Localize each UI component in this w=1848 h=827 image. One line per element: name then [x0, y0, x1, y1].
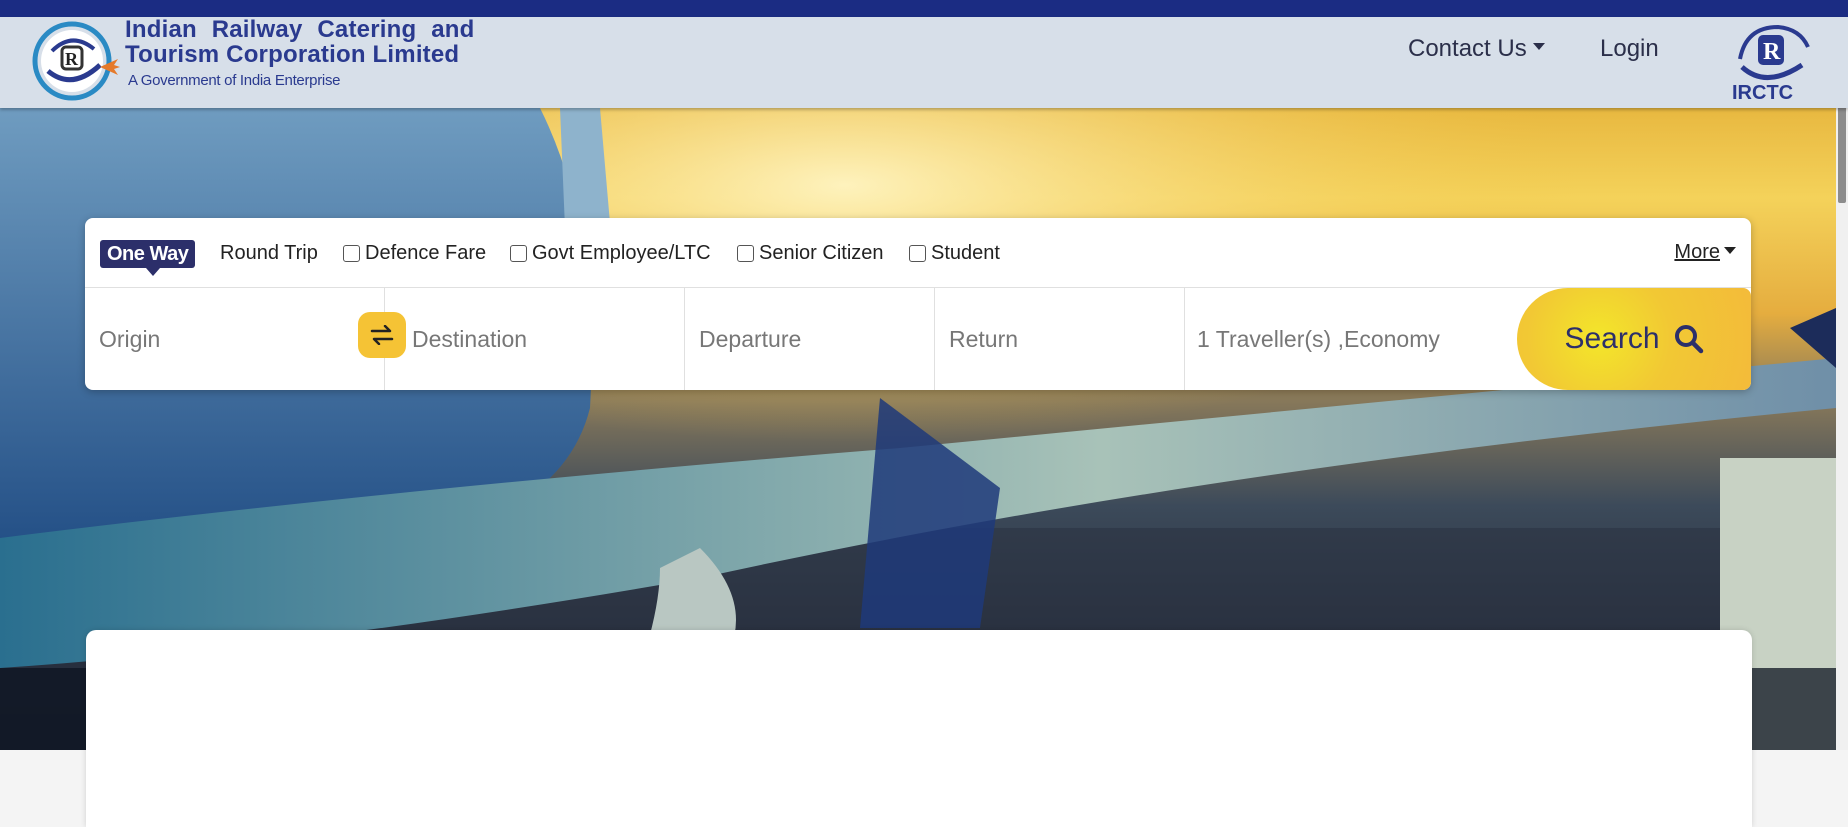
more-label: More [1674, 241, 1720, 263]
site-header: R Indian Railway Catering and Tourism Co… [0, 17, 1848, 108]
senior-citizen-label: Senior Citizen [759, 242, 884, 264]
senior-citizen-checkbox[interactable]: Senior Citizen [737, 242, 884, 265]
nav-contact-label: Contact Us [1408, 35, 1527, 62]
nav-contact-us[interactable]: Contact Us [1408, 35, 1545, 63]
brand-title-line2: Tourism Corporation Limited [125, 41, 460, 68]
govt-employee-label: Govt Employee/LTC [532, 242, 711, 264]
search-button[interactable]: Search [1517, 288, 1751, 390]
search-fields-row: Origin Destination Departure Return 1 Tr… [85, 288, 1751, 390]
irctc-logo-text: IRCTC [1732, 82, 1793, 104]
destination-placeholder: Destination [412, 326, 528, 352]
search-icon [1674, 325, 1703, 354]
destination-field[interactable]: Destination [385, 288, 685, 390]
student-checkbox[interactable]: Student [909, 242, 1000, 265]
return-placeholder: Return [949, 326, 1019, 352]
travellers-field[interactable]: 1 Traveller(s) ,Economy [1185, 288, 1517, 390]
student-label: Student [931, 242, 1000, 264]
brand-block: Indian Railway Catering and Tourism Corp… [125, 17, 474, 89]
flight-search-card: One Way Round Trip Defence Fare Govt Emp… [85, 218, 1751, 390]
more-dropdown[interactable]: More [1674, 241, 1736, 264]
departure-placeholder: Departure [699, 326, 802, 352]
nav-login[interactable]: Login [1600, 35, 1659, 63]
round-trip-tab[interactable]: Round Trip [220, 242, 318, 265]
svg-text:R: R [65, 49, 79, 69]
top-bar [0, 0, 1848, 17]
search-button-label: Search [1564, 322, 1660, 355]
origin-placeholder: Origin [99, 326, 161, 352]
brand-title-line1: Indian Railway Catering and [125, 16, 475, 43]
swap-icon [370, 325, 394, 345]
caret-down-icon [1532, 43, 1545, 51]
defence-fare-label: Defence Fare [365, 242, 487, 264]
content-panel [86, 630, 1752, 827]
irctc-logo-icon[interactable]: R [30, 21, 120, 101]
irctc-logo-right-icon[interactable]: R IRCTC [1726, 17, 1816, 107]
travellers-value: 1 Traveller(s) ,Economy [1197, 326, 1440, 352]
brand-tagline: A Government of India Enterprise [128, 72, 341, 89]
return-field[interactable]: Return [935, 288, 1185, 390]
one-way-tab[interactable]: One Way [100, 240, 196, 276]
govt-employee-checkbox[interactable]: Govt Employee/LTC [510, 242, 711, 265]
caret-down-icon [1724, 247, 1736, 255]
checkbox-box[interactable] [510, 245, 527, 262]
checkbox-box[interactable] [909, 245, 926, 262]
svg-text:R: R [1763, 39, 1781, 65]
trip-type-row: One Way Round Trip Defence Fare Govt Emp… [85, 218, 1751, 288]
defence-fare-checkbox[interactable]: Defence Fare [343, 242, 486, 265]
checkbox-box[interactable] [737, 245, 754, 262]
origin-field[interactable]: Origin [85, 288, 385, 390]
swap-button[interactable] [358, 312, 406, 358]
checkbox-box[interactable] [343, 245, 360, 262]
departure-field[interactable]: Departure [685, 288, 935, 390]
